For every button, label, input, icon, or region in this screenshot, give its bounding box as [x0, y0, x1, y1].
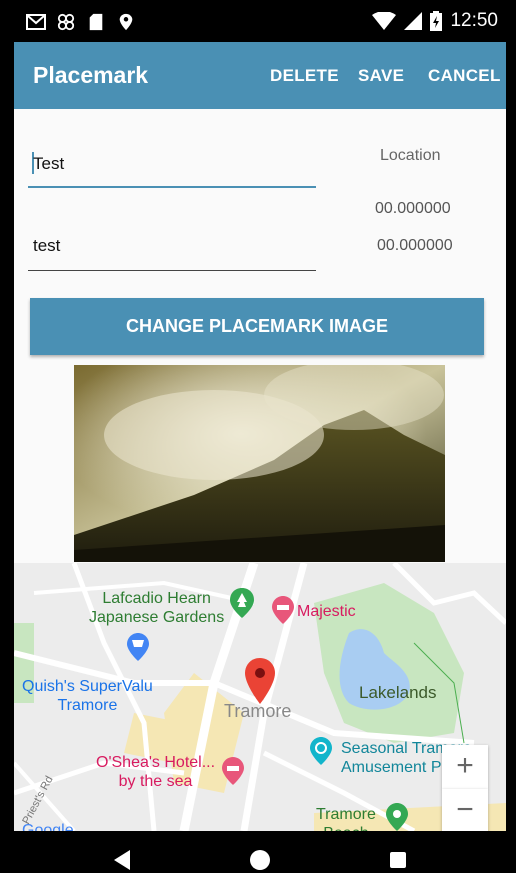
poi-beach-label: Tramore Beach	[316, 806, 376, 831]
location-icon	[119, 13, 133, 31]
description-field[interactable]: test	[28, 236, 316, 272]
navigation-bar	[0, 831, 516, 873]
battery-icon	[430, 11, 443, 31]
status-time: 12:50	[450, 10, 498, 31]
park-pin-icon	[230, 588, 254, 618]
map-town-label: Tramore	[224, 701, 292, 721]
page-title: Placemark	[33, 62, 149, 88]
hotel-pin-icon	[272, 596, 294, 624]
hotel-pin-icon-2	[222, 757, 244, 785]
home-icon[interactable]	[249, 849, 271, 871]
poi-quish-label: Quish's SuperValu Tramore	[22, 678, 153, 714]
poi-quish-supervalu[interactable]: Quish's SuperValu Tramore	[22, 677, 153, 715]
beach-pin-icon	[386, 803, 408, 831]
sd-card-icon	[89, 13, 103, 31]
placemark-marker-icon[interactable]	[245, 658, 275, 704]
description-field-underline	[28, 270, 316, 271]
wifi-icon	[372, 12, 397, 30]
google-logo: Google	[22, 822, 74, 831]
shopping-pin-icon	[127, 633, 149, 661]
zoom-out-button[interactable]: −	[442, 789, 488, 831]
map-view[interactable]: Lafcadio Hearn Japanese Gardens Majestic…	[14, 563, 506, 831]
status-bar: 12:50	[0, 0, 516, 42]
title-field-underline	[28, 186, 316, 188]
delete-button[interactable]: DELETE	[270, 66, 339, 86]
title-field-value: Test	[33, 154, 65, 173]
title-field[interactable]: Test	[28, 152, 316, 188]
amusement-pin-icon	[310, 737, 332, 765]
placemark-image	[74, 365, 445, 562]
poi-lafcadio-label: Lafcadio Hearn Japanese Gardens	[89, 590, 225, 626]
poi-lakelands[interactable]: Lakelands	[359, 683, 437, 702]
app-screen: Placemark DELETE SAVE CANCEL Test test L…	[14, 42, 506, 831]
cancel-button[interactable]: CANCEL	[428, 66, 501, 86]
signal-icon	[404, 12, 423, 30]
poi-majestic[interactable]: Majestic	[297, 602, 356, 621]
back-icon[interactable]	[112, 850, 132, 870]
poi-lafcadio-gardens[interactable]: Lafcadio Hearn Japanese Gardens	[89, 589, 224, 627]
gmail-icon	[26, 14, 46, 30]
zoom-in-button[interactable]: +	[442, 745, 488, 789]
latitude-value: 00.000000	[375, 200, 451, 217]
recents-icon[interactable]	[389, 851, 407, 869]
poi-osheas-label: O'Shea's Hotel... by the sea	[96, 754, 216, 790]
app-bar: Placemark DELETE SAVE CANCEL	[14, 42, 506, 109]
longitude-value: 00.000000	[377, 237, 453, 254]
poi-tramore-beach[interactable]: Tramore Beach	[316, 805, 376, 831]
app-icon	[57, 13, 75, 31]
poi-osheas-hotel[interactable]: O'Shea's Hotel... by the sea	[96, 753, 215, 791]
change-image-button[interactable]: CHANGE PLACEMARK IMAGE	[30, 298, 484, 355]
save-button[interactable]: SAVE	[358, 66, 404, 86]
location-label: Location	[380, 147, 441, 164]
description-field-value: test	[33, 236, 61, 255]
